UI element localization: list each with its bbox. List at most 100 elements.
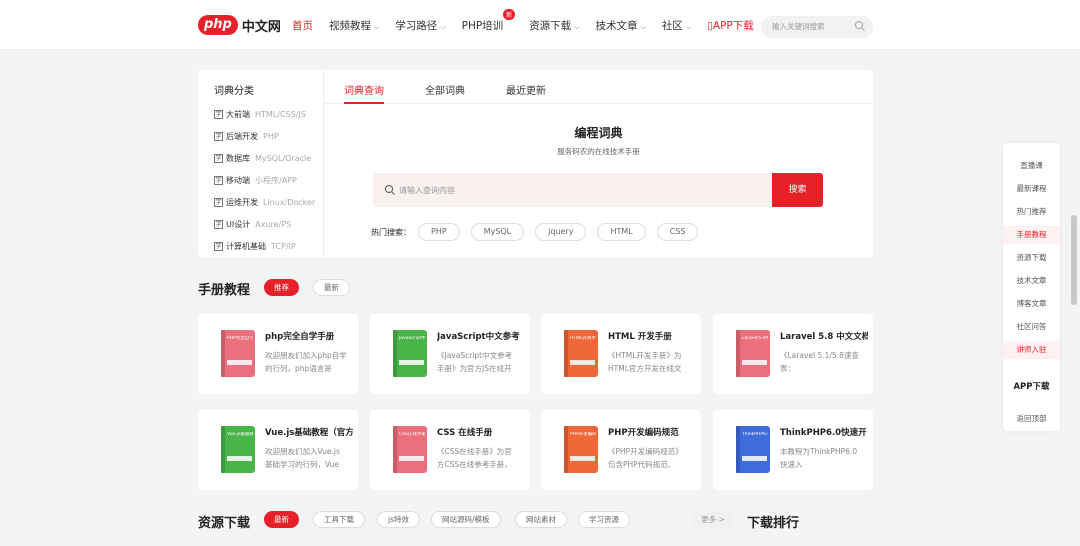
dictionary-search-input[interactable]: 请输入查询内容 bbox=[373, 173, 773, 207]
search-icon bbox=[384, 184, 395, 195]
chevron-down-icon: ⌵ bbox=[685, 22, 692, 31]
category-item[interactable]: 字 UI设计 Axure/PS bbox=[214, 213, 315, 235]
side-item-manuals[interactable]: 手册教程 bbox=[1003, 226, 1060, 244]
book-cover: Vue.js基础教程 bbox=[221, 426, 255, 473]
category-item[interactable]: 字大前端 HTML/CSS/JS bbox=[214, 103, 315, 125]
chevron-down-icon: ⌵ bbox=[440, 22, 446, 31]
book-cover: JavaScript中文参考手册 bbox=[393, 330, 427, 377]
category-item[interactable]: 字运维开发 Linux/Docker bbox=[214, 191, 315, 213]
manual-card[interactable]: HTML开发手册 HTML 开发手册 《HTML开发手册》为HTML官方开发在线… bbox=[541, 314, 701, 394]
nav-home[interactable]: 首页 bbox=[292, 18, 313, 33]
side-item-hot[interactable]: 热门推荐 bbox=[1003, 203, 1060, 221]
manuals-section-title: 手册教程 bbox=[198, 283, 251, 298]
manual-desc: 欢迎朋友们加入php自学的行列，php语言是 bbox=[265, 351, 347, 373]
book-cover: ThinkPHP6.0快速开发手册 bbox=[736, 426, 770, 473]
page-scrollbar[interactable] bbox=[1071, 215, 1077, 305]
manual-title: Laravel 5.8 中文文档 bbox=[780, 332, 868, 342]
dictionary-icon: 字 bbox=[214, 109, 223, 119]
filter-learning[interactable]: 学习资源 bbox=[578, 511, 630, 528]
header-search[interactable]: 输入关键词搜索 bbox=[761, 16, 873, 38]
side-item-back-to-top[interactable]: 返回顶部 bbox=[1003, 410, 1060, 428]
hot-tag-php[interactable]: PHP bbox=[418, 223, 460, 241]
hot-search-label: 热门搜索： bbox=[371, 227, 411, 237]
manual-card[interactable]: CSS在线手册 CSS 在线手册 《CSS在线手册》为官方CSS在线参考手册， bbox=[370, 410, 530, 490]
nav-community[interactable]: 社区 ⌵ bbox=[662, 18, 691, 33]
hot-tag-css[interactable]: CSS bbox=[656, 223, 699, 241]
category-item[interactable]: 字移动端 小程序/APP bbox=[214, 169, 315, 191]
manual-title: CSS 在线手册 bbox=[437, 428, 493, 438]
resources-section-title: 资源下载 bbox=[198, 516, 251, 531]
chevron-down-icon: ⌵ bbox=[574, 22, 580, 31]
dictionary-tabs: 词典查询 全部词典 最近更新 bbox=[324, 70, 873, 104]
dictionary-panel: 词典分类 字大前端 HTML/CSS/JS 字后端开发 PHP 字数据库 MySQL/… bbox=[198, 70, 873, 257]
manual-card[interactable]: JavaScript中文参考手册 JavaScript中文参考 《JavaScr… bbox=[370, 314, 530, 394]
dictionary-icon: 字 bbox=[214, 197, 223, 207]
category-item[interactable]: 字后端开发 PHP bbox=[214, 125, 315, 147]
side-float-menu: 直播课 最新课程 热门推荐 手册教程 资源下载 技术文章 博客文章 社区问答 讲… bbox=[1003, 143, 1060, 431]
logo-badge: php bbox=[198, 15, 238, 35]
categories-title: 词典分类 bbox=[214, 86, 254, 97]
book-cover: PHP开发编码规范 bbox=[564, 426, 598, 473]
manual-desc: 《CSS在线手册》为官方CSS在线参考手册， bbox=[437, 447, 512, 469]
chevron-down-icon: ⌵ bbox=[374, 22, 380, 31]
nav-app-download[interactable]: ▯APP下载 bbox=[707, 18, 754, 33]
book-cover: Laravel5.8中文手册 bbox=[736, 330, 770, 377]
site-logo[interactable]: php 中文网 bbox=[198, 15, 281, 35]
manual-desc: 《Laravel 5.1/5.8速查表： bbox=[780, 351, 859, 373]
filter-js-effects[interactable]: js特效 bbox=[377, 511, 420, 528]
manual-title: JavaScript中文参考 bbox=[437, 332, 520, 342]
manual-title: php完全自学手册 bbox=[265, 332, 335, 342]
side-item-qa[interactable]: 社区问答 bbox=[1003, 318, 1060, 336]
hot-tag-mysql[interactable]: MySQL bbox=[470, 223, 525, 241]
category-list: 字大前端 HTML/CSS/JS 字后端开发 PHP 字数据库 MySQL/Oracl… bbox=[214, 103, 315, 257]
dictionary-icon: 字 bbox=[214, 219, 223, 229]
hot-tag-html[interactable]: HTML bbox=[597, 223, 646, 241]
manual-title: HTML 开发手册 bbox=[608, 332, 672, 342]
dictionary-icon: 字 bbox=[214, 241, 223, 251]
hot-searches: 热门搜索： PHP MySQL jquery HTML CSS bbox=[371, 223, 709, 241]
side-item-articles[interactable]: 技术文章 bbox=[1003, 272, 1060, 290]
nav-resource-download[interactable]: 资源下载 ⌵ bbox=[529, 18, 579, 33]
manual-card[interactable]: PHP完全自学手册 php完全自学手册 欢迎朋友们加入php自学的行列，php语… bbox=[198, 314, 358, 394]
dictionary-search-button[interactable]: 搜索 bbox=[772, 173, 823, 207]
resources-more-button[interactable]: 更多 > bbox=[691, 511, 735, 528]
dictionary-icon: 字 bbox=[214, 153, 223, 163]
side-item-lecturer[interactable]: 讲师入驻 bbox=[1003, 341, 1060, 359]
nav-php-training[interactable]: PHP培训新 bbox=[462, 8, 516, 33]
nav-video-courses[interactable]: 视频教程 ⌵ bbox=[329, 18, 379, 33]
manual-desc: 《HTML开发手册》为HTML官方开发在线文 bbox=[608, 351, 682, 373]
filter-recommended[interactable]: 推荐 bbox=[264, 279, 299, 296]
filter-latest[interactable]: 最新 bbox=[313, 279, 350, 296]
dictionary-icon: 字 bbox=[214, 175, 223, 185]
filter-tools[interactable]: 工具下载 bbox=[313, 511, 365, 528]
tab-dictionary-search[interactable]: 词典查询 bbox=[344, 82, 384, 104]
tab-recent-updates[interactable]: 最近更新 bbox=[506, 82, 546, 97]
manual-card[interactable]: ThinkPHP6.0快速开发手册 ThinkPHP6.0快速开 本教程为Thi… bbox=[713, 410, 873, 490]
new-badge: 新 bbox=[503, 8, 516, 20]
nav-tech-articles[interactable]: 技术文章 ⌵ bbox=[596, 18, 646, 33]
side-item-new-courses[interactable]: 最新课程 bbox=[1003, 180, 1060, 198]
search-icon[interactable] bbox=[854, 20, 866, 32]
side-item-blogs[interactable]: 博客文章 bbox=[1003, 295, 1060, 313]
top-header: php 中文网 首页 视频教程 ⌵ 学习路径 ⌵ PHP培训新 资源下载 ⌵ 技术文章… bbox=[0, 0, 1080, 50]
hot-tag-jquery[interactable]: jquery bbox=[535, 223, 587, 241]
book-cover: CSS在线手册 bbox=[393, 426, 427, 473]
book-cover: HTML开发手册 bbox=[564, 330, 598, 377]
manual-card[interactable]: Vue.js基础教程 Vue.js基础教程（官方 欢迎朋友们加入Vue.js基础… bbox=[198, 410, 358, 490]
filter-materials[interactable]: 网站素材 bbox=[515, 511, 567, 528]
filter-latest-resources[interactable]: 最新 bbox=[264, 511, 299, 528]
side-item-app-download[interactable]: APP下载 bbox=[1003, 378, 1060, 396]
manual-card[interactable]: Laravel5.8中文手册 Laravel 5.8 中文文档 《Laravel… bbox=[713, 314, 873, 394]
tab-all-dictionaries[interactable]: 全部词典 bbox=[425, 82, 465, 97]
side-item-live[interactable]: 直播课 bbox=[1003, 157, 1060, 175]
dictionary-categories: 词典分类 字大前端 HTML/CSS/JS 字后端开发 PHP 字数据库 MySQL/… bbox=[198, 70, 324, 257]
nav-learning-path[interactable]: 学习路径 ⌵ bbox=[395, 18, 445, 33]
manual-desc: 《JavaScript中文参考手册》为官方JS在线开 bbox=[437, 351, 513, 373]
side-item-resources[interactable]: 资源下载 bbox=[1003, 249, 1060, 267]
dictionary-icon: 字 bbox=[214, 131, 223, 141]
category-item[interactable]: 字计算机基础 TCP/IP bbox=[214, 235, 315, 257]
category-item[interactable]: 字数据库 MySQL/Oracle bbox=[214, 147, 315, 169]
manual-title: PHP开发编码规范 bbox=[608, 428, 679, 438]
manual-card[interactable]: PHP开发编码规范 PHP开发编码规范 《PHP开发编码规范》包含PHP代码规范… bbox=[541, 410, 701, 490]
filter-source-templates[interactable]: 网站源码/模板 bbox=[431, 511, 501, 528]
